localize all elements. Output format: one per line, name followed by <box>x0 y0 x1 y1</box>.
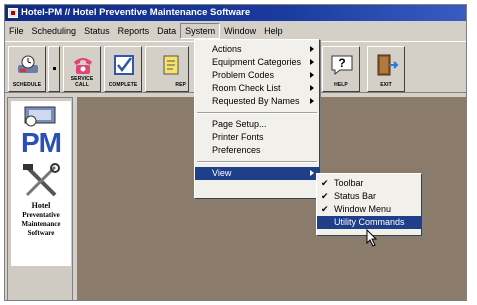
checkmark-icon: ✔ <box>321 178 329 188</box>
checkbox-icon <box>114 55 134 75</box>
complete-label: COMPLETE <box>108 82 138 88</box>
menu-item-label: Printer Fonts <box>212 132 264 142</box>
report-icon <box>163 55 179 75</box>
menu-help[interactable]: Help <box>260 23 287 39</box>
reports-label: REP <box>175 82 186 88</box>
menu-separator <box>197 161 317 163</box>
menu-item-page-setup[interactable]: Page Setup... <box>195 118 319 131</box>
logo-line-maintenance: Maintenance <box>21 220 61 228</box>
telephone-icon <box>74 58 92 74</box>
schedule-dropdown-button[interactable] <box>48 46 60 92</box>
help-icon: ? <box>331 55 353 76</box>
window-title: Hotel-PM // Hotel Preventive Maintenance… <box>21 7 251 18</box>
title-bar: Hotel-PM // Hotel Preventive Maintenance… <box>5 5 466 21</box>
menu-item-preferences[interactable]: Preferences <box>195 144 319 157</box>
menu-item-label: Toolbar <box>334 178 364 188</box>
menu-item-requested-by-names[interactable]: Requested By Names <box>195 95 319 108</box>
logo-line-preventative: Preventative <box>22 211 60 219</box>
submenu-arrow-icon <box>310 98 314 104</box>
menu-item-label: Utility Commands <box>334 217 405 227</box>
complete-button[interactable]: COMPLETE <box>104 46 142 92</box>
service-call-button[interactable]: SERVICE CALL <box>63 46 101 92</box>
menu-separator <box>197 112 317 114</box>
menu-item-label: Preferences <box>212 145 261 155</box>
mouse-cursor-icon <box>366 229 378 247</box>
checkmark-icon: ✔ <box>321 191 329 201</box>
svg-text:?: ? <box>338 56 345 70</box>
menu-item-room-check-list[interactable]: Room Check List <box>195 82 319 95</box>
menu-item-label: Page Setup... <box>212 119 267 129</box>
submenu-arrow-icon <box>310 170 314 176</box>
menu-bar: File Scheduling Status Reports Data System Win… <box>5 23 466 39</box>
menu-item-label: Requested By Names <box>212 96 300 106</box>
exit-button[interactable]: EXIT <box>367 46 405 92</box>
menu-item-view[interactable]: View <box>195 167 319 180</box>
logo-line-hotel: Hotel <box>31 201 51 210</box>
side-panel: PM Hotel Preventative Maintenance Softwa… <box>7 97 73 300</box>
tools-icon <box>23 163 60 197</box>
menu-item-window-menu[interactable]: ✔ Window Menu <box>317 203 421 216</box>
menu-item-label: Actions <box>212 44 242 54</box>
menu-item-label: Room Check List <box>212 83 281 93</box>
reports-button[interactable]: REP <box>145 46 189 92</box>
menu-item-label: View <box>212 168 232 178</box>
menu-item-problem-codes[interactable]: Problem Codes <box>195 69 319 82</box>
menu-item-label: Status Bar <box>334 191 377 201</box>
menu-scheduling[interactable]: Scheduling <box>28 23 81 39</box>
menu-item-actions[interactable]: Actions <box>195 43 319 56</box>
schedule-label: SCHEDULE <box>12 82 42 88</box>
submenu-arrow-icon <box>310 46 314 52</box>
menu-system[interactable]: System <box>180 23 221 39</box>
view-submenu: ✔ Toolbar ✔ Status Bar ✔ Window Menu Utilit… <box>316 173 422 236</box>
app-icon[interactable] <box>8 8 18 18</box>
schedule-icon <box>18 55 38 73</box>
logo-line-software: Software <box>27 229 55 237</box>
hotel-pm-logo: PM Hotel Preventative Maintenance Softwa… <box>11 101 71 266</box>
checkmark-icon: ✔ <box>321 204 329 214</box>
help-button[interactable]: ? HELP <box>322 46 360 92</box>
menu-item-toolbar[interactable]: ✔ Toolbar <box>317 177 421 190</box>
submenu-arrow-icon <box>310 59 314 65</box>
menu-item-utility-commands[interactable]: Utility Commands <box>317 216 421 229</box>
dropdown-dot-icon <box>53 67 56 70</box>
menu-item-label: Window Menu <box>334 204 392 214</box>
menu-data[interactable]: Data <box>153 23 180 39</box>
main-window: Hotel-PM // Hotel Preventive Maintenance… <box>4 4 467 301</box>
exit-door-icon <box>377 54 399 76</box>
menu-item-label: Problem Codes <box>212 70 275 80</box>
help-label: HELP <box>334 82 348 88</box>
menu-status[interactable]: Status <box>80 23 114 39</box>
logo-letters: PM <box>21 127 62 158</box>
schedule-button[interactable]: SCHEDULE <box>8 46 46 92</box>
menu-window[interactable]: Window <box>220 23 260 39</box>
menu-file[interactable]: File <box>5 23 28 39</box>
submenu-arrow-icon <box>310 85 314 91</box>
exit-label: EXIT <box>380 82 392 88</box>
system-menu: Actions Equipment Categories Problem Cod… <box>194 39 320 199</box>
menu-item-status-bar[interactable]: ✔ Status Bar <box>317 190 421 203</box>
service-call-label: SERVICE CALL <box>70 76 94 88</box>
monitor-icon <box>24 106 56 127</box>
menu-reports[interactable]: Reports <box>114 23 154 39</box>
menu-item-label: Equipment Categories <box>212 57 302 67</box>
menu-item-equipment-categories[interactable]: Equipment Categories <box>195 56 319 69</box>
submenu-arrow-icon <box>310 72 314 78</box>
menu-item-printer-fonts[interactable]: Printer Fonts <box>195 131 319 144</box>
